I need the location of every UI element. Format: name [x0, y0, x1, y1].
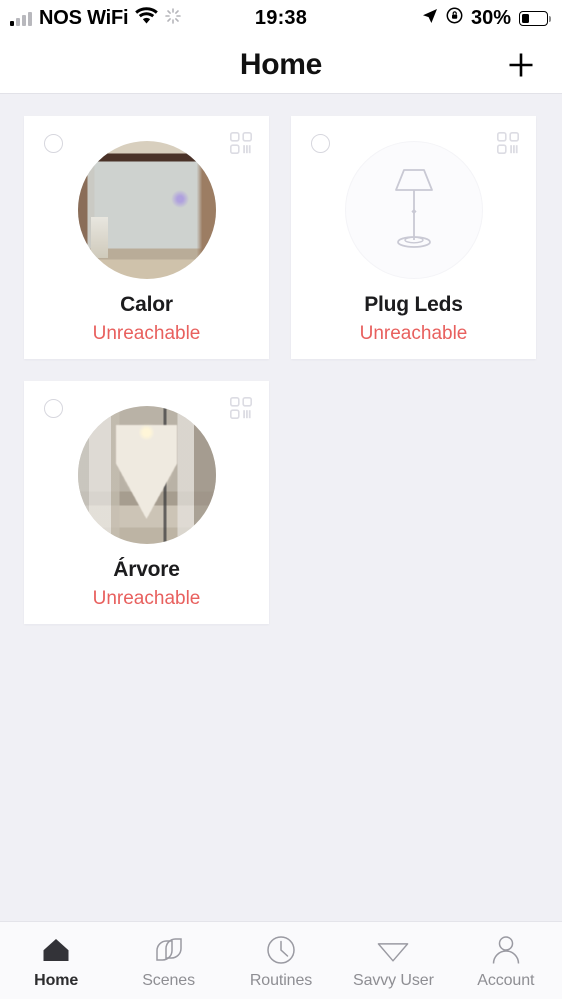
qr-code-icon[interactable]: [497, 132, 519, 159]
battery-percent-label: 30%: [470, 6, 511, 29]
tab-label: Home: [34, 972, 79, 989]
rotation-lock-icon: [446, 7, 463, 29]
device-list: Calor Unreachable Plug Leds Unreachable …: [0, 94, 562, 921]
device-icon-circle: [344, 141, 483, 279]
tab-savvy-user[interactable]: Savvy User: [337, 922, 449, 999]
battery-icon: [519, 10, 552, 26]
tab-home[interactable]: Home: [0, 922, 112, 999]
device-select-radio[interactable]: [44, 399, 63, 418]
tab-label: Savvy User: [353, 972, 434, 989]
carrier-label: NOS WiFi: [39, 6, 129, 29]
house-icon: [40, 935, 72, 965]
floor-lamp-icon: [381, 164, 447, 257]
navigation-bar: Home: [0, 36, 562, 94]
device-card[interactable]: Árvore Unreachable: [24, 381, 269, 624]
location-arrow-icon: [422, 8, 438, 29]
status-bar-left: NOS WiFi: [10, 6, 182, 30]
device-name: Calor: [120, 293, 173, 316]
tab-scenes[interactable]: Scenes: [112, 922, 224, 999]
device-select-radio[interactable]: [311, 134, 330, 153]
tab-account[interactable]: Account: [450, 922, 562, 999]
signal-bars-icon: [10, 11, 32, 26]
diamond-icon: [377, 935, 409, 965]
device-status: Unreachable: [359, 323, 468, 345]
device-status: Unreachable: [92, 323, 201, 345]
tab-label: Routines: [249, 972, 313, 989]
spinner-icon: [165, 7, 182, 29]
device-select-radio[interactable]: [44, 134, 63, 153]
device-grid: Calor Unreachable Plug Leds Unreachable …: [24, 116, 538, 624]
clock-label: 19:38: [254, 6, 308, 29]
tab-routines[interactable]: Routines: [225, 922, 337, 999]
app-screen: NOS WiFi 19:38 30% Home Calor Unreachabl…: [0, 0, 562, 999]
device-status: Unreachable: [92, 588, 201, 610]
device-photo: [77, 141, 216, 279]
qr-code-icon[interactable]: [230, 397, 252, 424]
device-card[interactable]: Plug Leds Unreachable: [291, 116, 536, 359]
wifi-icon: [135, 7, 159, 29]
add-device-button[interactable]: [504, 48, 538, 82]
person-icon: [490, 935, 522, 965]
device-photo: [77, 406, 216, 544]
qr-code-icon[interactable]: [230, 132, 252, 159]
device-name: Árvore: [113, 558, 180, 581]
overlapping-shapes-icon: [153, 935, 185, 965]
page-title: Home: [239, 47, 323, 81]
status-bar-right: 30%: [422, 6, 552, 30]
bottom-tab-bar: Home Scenes Routines Savvy User Account: [0, 921, 562, 999]
device-card[interactable]: Calor Unreachable: [24, 116, 269, 359]
device-name: Plug Leds: [364, 293, 463, 316]
tab-label: Account: [477, 972, 535, 989]
status-bar: NOS WiFi 19:38 30%: [0, 0, 562, 36]
clock-icon: [265, 935, 297, 965]
tab-label: Scenes: [142, 972, 195, 989]
